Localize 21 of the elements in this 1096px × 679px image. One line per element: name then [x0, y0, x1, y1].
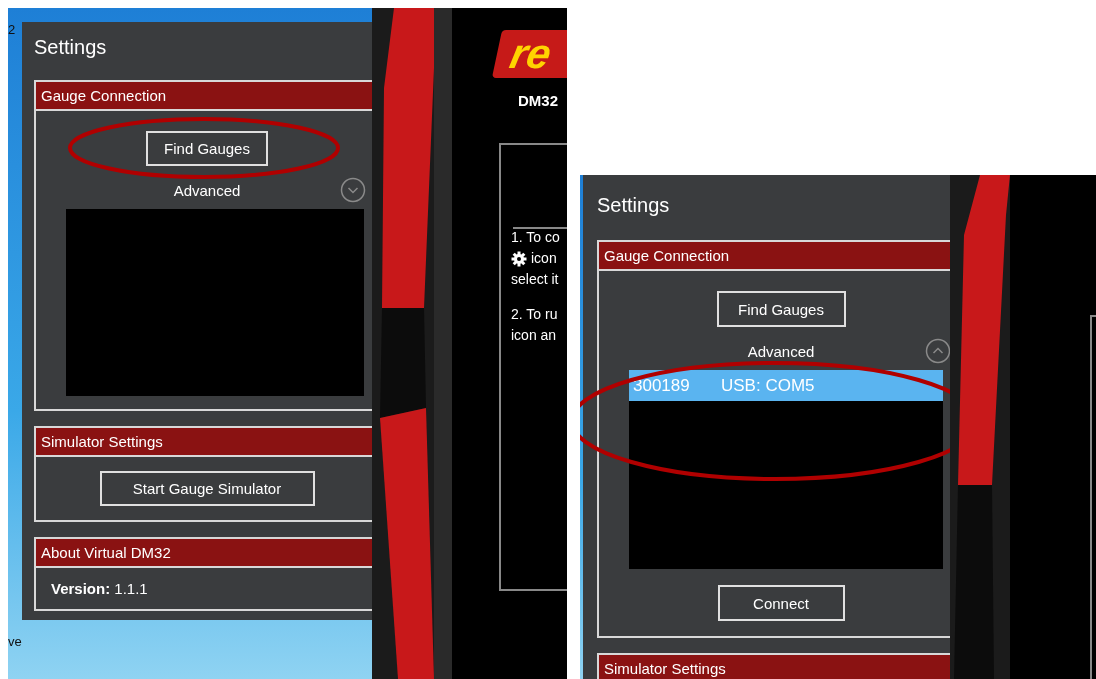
- instruction-text: 2. To ru: [511, 305, 558, 324]
- model-name: DM32: [518, 92, 559, 109]
- panel-title: Settings: [597, 193, 671, 218]
- desktop-icon-label: ve: [8, 634, 22, 649]
- gear-icon: [511, 250, 527, 267]
- advanced-label: Advanced: [747, 342, 815, 360]
- panel-title: Settings: [34, 35, 108, 60]
- find-gauges-button[interactable]: Find Gauges: [716, 291, 846, 327]
- brand-logo: re: [491, 30, 567, 78]
- desktop-icon-label: 2: [8, 22, 17, 37]
- instruction-text: select it: [511, 270, 559, 289]
- connect-button[interactable]: Connect: [717, 585, 845, 621]
- instruction-text: icon an: [511, 326, 557, 345]
- chevron-down-icon[interactable]: [340, 177, 366, 203]
- instruction-text: 1. To co: [511, 228, 560, 247]
- start-simulator-button[interactable]: Start Gauge Simulator: [99, 471, 315, 506]
- instruction-text: icon: [531, 249, 557, 268]
- version-text: Version: 1.1.1: [51, 580, 148, 597]
- advanced-label: Advanced: [173, 181, 241, 199]
- find-gauges-button[interactable]: Find Gauges: [146, 131, 268, 166]
- chevron-up-icon[interactable]: [925, 338, 951, 364]
